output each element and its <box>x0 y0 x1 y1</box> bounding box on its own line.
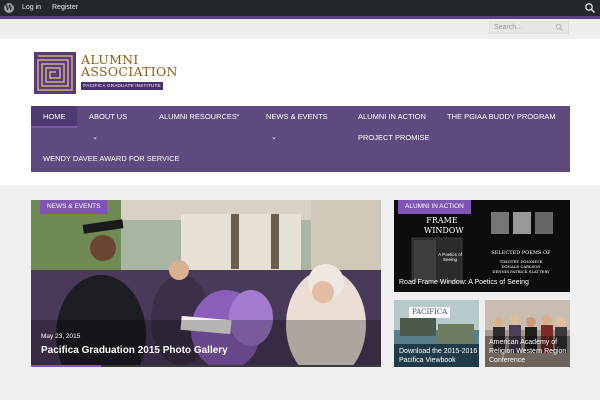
register-link[interactable]: Register <box>52 3 78 13</box>
viewbook-brand: PACIFICA <box>409 307 451 318</box>
book-title: FRAME WINDOW <box>424 216 464 236</box>
poems-heading: SELECTED POEMS OF <box>491 250 551 256</box>
book-subtitle: A Poetics of Seeing <box>438 252 462 262</box>
chevron-down-icon[interactable]: ⌄ <box>235 111 241 119</box>
nav-about-us[interactable]: ABOUT US <box>89 112 127 122</box>
search-placeholder: Search... <box>494 24 523 31</box>
card-title[interactable]: Road Frame Window: A Poetics of Seeing <box>399 278 569 287</box>
poems-authors: TIMOTHY DONOHUE DONALD CARLSON DENNIS PA… <box>492 259 550 274</box>
search-icon[interactable] <box>584 2 596 14</box>
search-input[interactable]: Search... <box>489 21 569 34</box>
card-title[interactable]: American Academy of Religion Western Reg… <box>489 338 569 365</box>
card-title[interactable]: Download the 2015-2016 Pacifica Viewbook <box>399 347 479 365</box>
card-category-tag[interactable]: ALUMNI IN ACTION <box>398 200 471 214</box>
graduation-photo <box>31 200 381 367</box>
featured-card-aar-conference[interactable]: American Academy of Religion Western Reg… <box>485 300 570 367</box>
main-nav: HOME ABOUT US ⌄ ALUMNI RESOURCES ⌄ NEWS … <box>31 106 570 172</box>
nav-project-promise[interactable]: PROJECT PROMISE <box>358 133 430 143</box>
chevron-down-icon[interactable]: ⌄ <box>271 134 277 142</box>
book-title-line2: WINDOW <box>424 226 464 235</box>
hero-title[interactable]: Pacifica Graduation 2015 Photo Gallery <box>41 345 228 356</box>
nav-news-events[interactable]: NEWS & EVENTS <box>266 112 328 122</box>
nav-buddy-program[interactable]: THE PGIAA BUDDY PROGRAM <box>447 112 556 122</box>
nav-wendy-davee-award[interactable]: WENDY DAVEE AWARD FOR SERVICE <box>43 154 180 164</box>
slider-progress <box>31 365 381 367</box>
nav-alumni-resources[interactable]: ALUMNI RESOURCES <box>159 112 237 122</box>
admin-bar: W Log in Register <box>0 0 600 16</box>
nav-alumni-in-action[interactable]: ALUMNI IN ACTION <box>358 112 426 122</box>
labyrinth-logo-icon <box>34 52 76 94</box>
book-title-line1: FRAME <box>426 216 458 225</box>
hero-slide[interactable] <box>31 200 381 367</box>
nav-home[interactable]: HOME <box>43 112 66 122</box>
logo-wordmark: ALUMNI ASSOCIATION <box>81 53 178 79</box>
featured-card-viewbook[interactable]: PACIFICA Download the 2015-2016 Pacifica… <box>394 300 479 367</box>
chevron-down-icon[interactable]: ⌄ <box>92 134 98 142</box>
hero-category-tag[interactable]: NEWS & EVENTS <box>40 200 108 214</box>
login-link[interactable]: Log in <box>22 3 41 13</box>
hero-date: May 23, 2015 <box>41 333 81 340</box>
site-logo[interactable]: ALUMNI ASSOCIATION PACIFICA GRADUATE INS… <box>34 52 177 94</box>
wordpress-icon[interactable]: W <box>4 3 14 13</box>
logo-subtitle: PACIFICA GRADUATE INSTITUTE <box>81 82 163 90</box>
search-icon[interactable] <box>555 23 564 32</box>
logo-line2: ASSOCIATION <box>81 64 178 79</box>
